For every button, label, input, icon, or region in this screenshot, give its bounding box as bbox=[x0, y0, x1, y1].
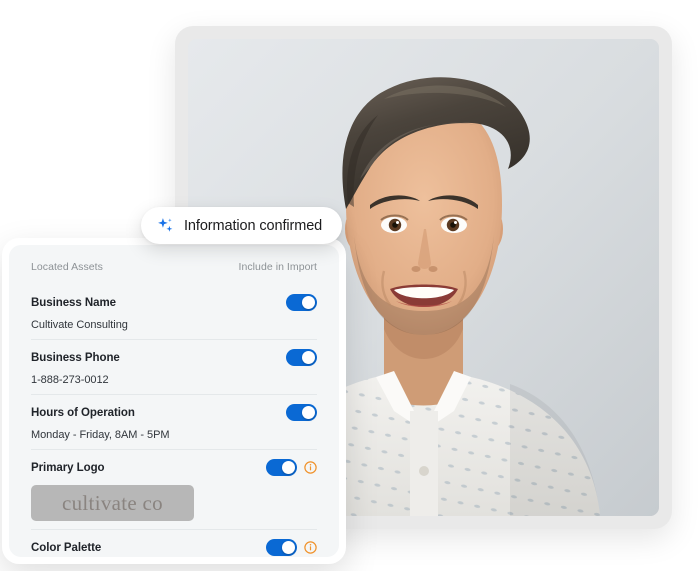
toggle-primary-logo[interactable] bbox=[266, 459, 297, 476]
asset-controls bbox=[286, 349, 317, 366]
toggle-knob bbox=[302, 296, 315, 309]
asset-row-hours-of-operation: Hours of Operation Monday - Friday, 8AM … bbox=[31, 394, 317, 449]
sparkles-icon bbox=[158, 218, 173, 232]
asset-label: Primary Logo bbox=[31, 461, 105, 474]
toggle-knob bbox=[282, 461, 295, 474]
asset-label: Business Phone bbox=[31, 351, 120, 364]
asset-controls bbox=[286, 404, 317, 421]
info-icon[interactable] bbox=[304, 461, 317, 474]
asset-row-top: Business Name bbox=[31, 293, 317, 312]
toggle-business-name[interactable] bbox=[286, 294, 317, 311]
asset-row-business-phone: Business Phone 1-888-273-0012 bbox=[31, 339, 317, 394]
located-assets-panel: Located Assets Include in Import Busines… bbox=[2, 238, 346, 564]
assets-header-row: Located Assets Include in Import bbox=[31, 261, 317, 284]
asset-controls bbox=[266, 539, 317, 556]
toggle-knob bbox=[282, 541, 295, 554]
toggle-hours-of-operation[interactable] bbox=[286, 404, 317, 421]
asset-row-top: Hours of Operation bbox=[31, 403, 317, 422]
asset-controls bbox=[266, 459, 317, 476]
asset-controls bbox=[286, 294, 317, 311]
asset-value: Monday - Friday, 8AM - 5PM bbox=[31, 429, 170, 441]
asset-label: Hours of Operation bbox=[31, 406, 135, 419]
information-confirmed-toast: Information confirmed bbox=[141, 207, 343, 244]
asset-row-top: Primary Logo bbox=[31, 458, 317, 477]
assets-panel-body: Located Assets Include in Import Busines… bbox=[9, 245, 339, 557]
asset-value: 1-888-273-0012 bbox=[31, 374, 109, 386]
include-in-import-header: Include in Import bbox=[238, 261, 317, 273]
asset-row-top: Color Palette bbox=[31, 538, 317, 557]
screenshot-stage: Information confirmed Located Assets Inc… bbox=[0, 0, 700, 571]
info-icon[interactable] bbox=[304, 541, 317, 554]
toast-label: Information confirmed bbox=[184, 217, 323, 234]
located-assets-header: Located Assets bbox=[31, 261, 103, 273]
asset-row-color-palette: Color Palette bbox=[31, 529, 317, 557]
primary-logo-text: cultivate co bbox=[62, 490, 163, 515]
asset-value: Cultivate Consulting bbox=[31, 319, 128, 331]
asset-row-business-name: Business Name Cultivate Consulting bbox=[31, 284, 317, 339]
asset-label: Business Name bbox=[31, 296, 116, 309]
asset-row-top: Business Phone bbox=[31, 348, 317, 367]
toggle-color-palette[interactable] bbox=[266, 539, 297, 556]
toggle-business-phone[interactable] bbox=[286, 349, 317, 366]
toggle-knob bbox=[302, 351, 315, 364]
toggle-knob bbox=[302, 406, 315, 419]
asset-label: Color Palette bbox=[31, 541, 102, 554]
primary-logo-preview: cultivate co bbox=[31, 485, 194, 521]
asset-row-primary-logo: Primary Logo cultivate co bbox=[31, 449, 317, 529]
